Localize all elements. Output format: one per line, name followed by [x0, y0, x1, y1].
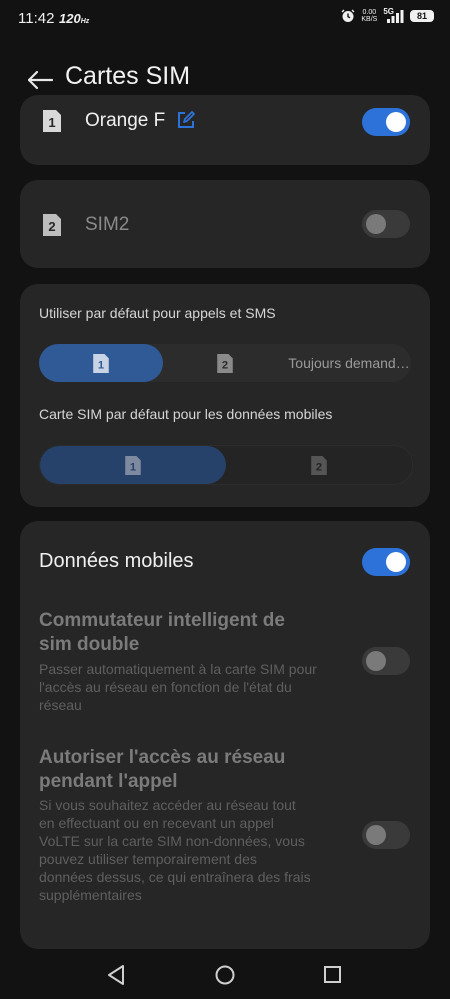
sim1-icon: 1	[125, 455, 141, 475]
status-time: 11:42	[18, 10, 55, 27]
svg-text:2: 2	[316, 461, 322, 473]
smart-switch-toggle[interactable]	[362, 647, 410, 675]
mobile-data-card: Données mobiles Commutateur intelligent …	[20, 521, 430, 949]
calls-option-always-ask[interactable]: Toujours demand…	[287, 344, 411, 382]
status-bar: 11:42 120Hz 0.00 KB/S 5G 81	[0, 0, 450, 40]
svg-text:1: 1	[98, 359, 104, 371]
sim1-name: Orange F	[85, 110, 166, 131]
net-speed: 0.00 KB/S	[361, 9, 378, 23]
sim1-icon: 1	[93, 353, 109, 373]
svg-text:1: 1	[130, 461, 136, 473]
status-icons: 0.00 KB/S 5G 81	[341, 6, 434, 23]
always-ask-label: Toujours demand…	[288, 355, 410, 371]
sim2-card: 2 SIM2	[20, 180, 430, 268]
calls-option-sim2[interactable]: 2	[163, 344, 287, 382]
edit-icon[interactable]	[176, 110, 196, 130]
calls-sms-label: Utiliser par défaut pour appels et SMS	[39, 305, 276, 321]
navigation-bar	[0, 952, 450, 999]
sim2-slot-badge: 2	[48, 219, 55, 234]
data-option-sim2[interactable]: 2	[226, 446, 412, 484]
battery-icon: 81	[410, 10, 434, 22]
sim2-icon: 2	[43, 214, 61, 236]
mobile-data-toggle[interactable]	[362, 548, 410, 576]
smart-switch-desc: Passer automatiquement à la carte SIM po…	[39, 661, 317, 713]
sim2-icon: 2	[311, 455, 327, 475]
calls-option-sim1[interactable]: 1	[39, 344, 163, 382]
in-call-access-title: Autoriser l'accès au réseau pendant l'ap…	[39, 747, 286, 792]
sim2-name: SIM2	[85, 214, 130, 235]
svg-text:2: 2	[222, 359, 228, 371]
sim1-card: 1 Orange F	[20, 95, 430, 165]
arrow-left-icon[interactable]	[26, 68, 54, 92]
home-circle-icon[interactable]	[214, 964, 236, 986]
sim1-toggle[interactable]	[362, 108, 410, 136]
back-triangle-icon[interactable]	[106, 964, 126, 986]
smart-switch-title: Commutateur intelligent de sim double	[39, 610, 285, 655]
alarm-icon	[341, 9, 355, 22]
sim2-icon: 2	[217, 353, 233, 373]
sim1-icon: 1	[43, 110, 61, 132]
recents-square-icon[interactable]	[323, 964, 343, 986]
page-title: Cartes SIM	[65, 62, 191, 90]
calls-sim-selector: 1 2 Toujours demand…	[39, 344, 411, 382]
sim1-slot-badge: 1	[48, 115, 55, 130]
in-call-access-toggle[interactable]	[362, 821, 410, 849]
defaults-card: Utiliser par défaut pour appels et SMS 1…	[20, 284, 430, 507]
mobile-data-title: Données mobiles	[39, 550, 194, 572]
data-sim-selector: 1 2	[39, 445, 413, 485]
sim2-toggle[interactable]	[362, 210, 410, 238]
mobile-data-sim-label: Carte SIM par défaut pour les données mo…	[39, 406, 333, 422]
in-call-access-desc: Si vous souhaitez accéder au réseau tout…	[39, 797, 311, 903]
data-option-sim1[interactable]: 1	[40, 446, 226, 484]
refresh-rate: 120Hz	[59, 11, 90, 26]
network-type: 5G	[383, 6, 394, 16]
